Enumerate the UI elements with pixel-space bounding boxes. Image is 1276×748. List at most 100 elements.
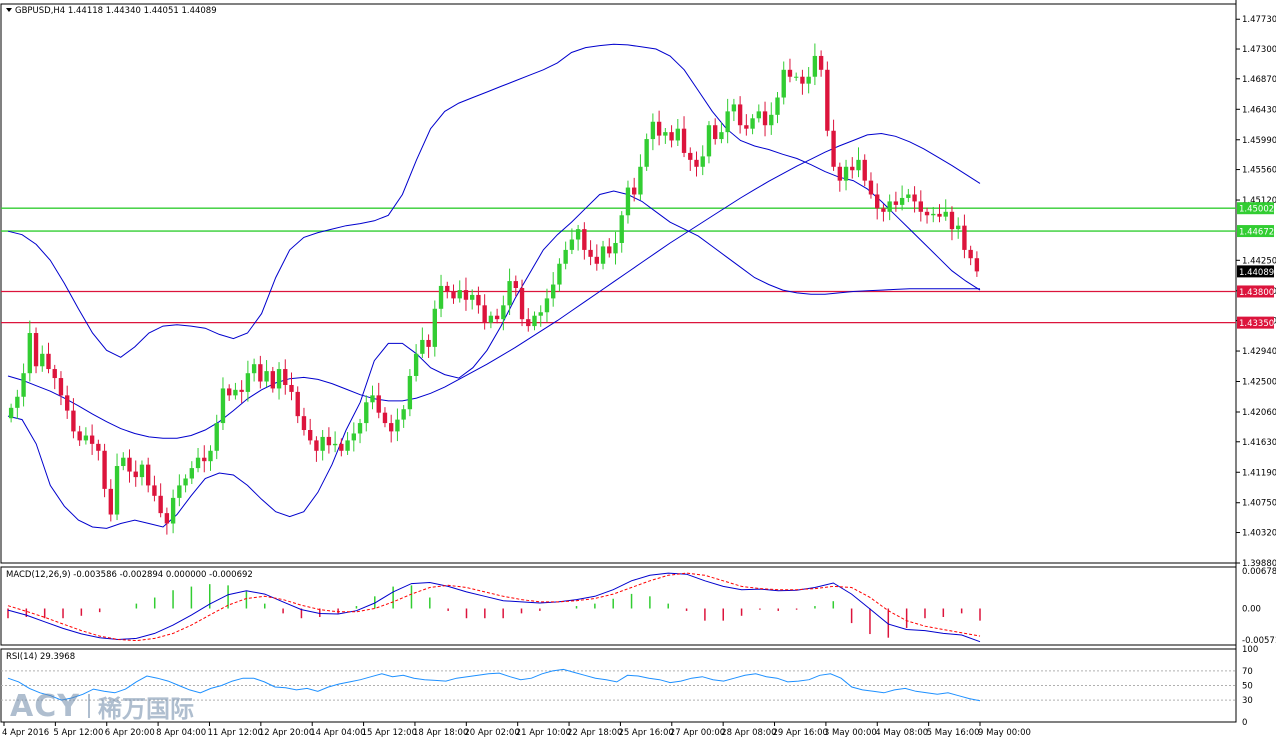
candle-body[interactable]	[295, 391, 300, 417]
candle-body[interactable]	[632, 187, 637, 195]
chart-svg[interactable]: 1.47730 1.47300 1.46870 1.46430 1.45990 1.455…	[0, 0, 1276, 744]
candle-body[interactable]	[775, 97, 780, 115]
candle-body[interactable]	[283, 369, 288, 385]
candle-body[interactable]	[700, 156, 705, 167]
candle-body[interactable]	[52, 369, 57, 379]
candle-body[interactable]	[806, 76, 811, 84]
candle-body[interactable]	[445, 285, 450, 292]
candle-body[interactable]	[719, 132, 724, 140]
candle-body[interactable]	[152, 485, 157, 496]
candle-body[interactable]	[202, 457, 207, 462]
candle-body[interactable]	[27, 333, 32, 374]
candle-body[interactable]	[96, 443, 101, 451]
candle-body[interactable]	[737, 104, 743, 126]
candle-body[interactable]	[420, 339, 425, 354]
candle-body[interactable]	[625, 187, 631, 216]
candle-body[interactable]	[488, 315, 494, 323]
candle-body[interactable]	[270, 371, 275, 389]
candle-body[interactable]	[239, 389, 244, 392]
candle-body[interactable]	[482, 305, 487, 323]
chart-window[interactable]: 1.47730 1.47300 1.46870 1.46430 1.45990 1.455…	[0, 0, 1276, 744]
candle-body[interactable]	[694, 159, 699, 167]
candle-body[interactable]	[551, 284, 556, 299]
candle-body[interactable]	[494, 315, 500, 320]
candle-body[interactable]	[675, 128, 680, 141]
candle-body[interactable]	[681, 128, 687, 153]
candle-body[interactable]	[762, 111, 768, 126]
candle-body[interactable]	[962, 225, 967, 250]
candle-body[interactable]	[451, 291, 456, 299]
candle-body[interactable]	[613, 242, 618, 254]
candle-body[interactable]	[956, 225, 961, 230]
candle-body[interactable]	[457, 290, 462, 299]
candle-body[interactable]	[214, 423, 219, 451]
candle-body[interactable]	[569, 239, 575, 250]
candle-body[interactable]	[164, 513, 170, 524]
candle-body[interactable]	[931, 213, 936, 216]
candle-body[interactable]	[177, 485, 182, 498]
candle-body[interactable]	[339, 443, 344, 451]
candle-body[interactable]	[794, 76, 799, 78]
candle-body[interactable]	[600, 246, 606, 264]
candle-body[interactable]	[968, 249, 973, 259]
candle-body[interactable]	[607, 246, 612, 254]
candle-body[interactable]	[906, 194, 911, 198]
candle-body[interactable]	[33, 333, 39, 367]
candle-body[interactable]	[395, 419, 400, 432]
candle-body[interactable]	[71, 410, 76, 432]
candle-body[interactable]	[868, 180, 874, 195]
candle-body[interactable]	[706, 125, 712, 157]
candle-body[interactable]	[899, 197, 905, 205]
candle-body[interactable]	[912, 194, 917, 202]
candle-body[interactable]	[77, 431, 82, 441]
candle-body[interactable]	[750, 118, 755, 129]
candle-body[interactable]	[949, 211, 955, 230]
candle-body[interactable]	[146, 464, 151, 486]
candle-body[interactable]	[40, 353, 45, 367]
candle-body[interactable]	[158, 495, 163, 514]
candle-body[interactable]	[744, 125, 749, 129]
candle-body[interactable]	[875, 194, 880, 209]
candle-body[interactable]	[557, 263, 562, 285]
candle-body[interactable]	[769, 114, 774, 126]
candle-body[interactable]	[438, 285, 444, 309]
candle-body[interactable]	[357, 423, 363, 434]
candle-body[interactable]	[470, 294, 475, 300]
candle-body[interactable]	[656, 121, 662, 136]
candle-body[interactable]	[756, 111, 761, 119]
candle-body[interactable]	[575, 229, 581, 240]
candle-body[interactable]	[800, 76, 805, 84]
candle-body[interactable]	[862, 159, 867, 181]
candle-body[interactable]	[501, 305, 506, 320]
candle-body[interactable]	[688, 152, 693, 160]
candle-body[interactable]	[15, 396, 20, 408]
candle-body[interactable]	[133, 471, 138, 478]
candle-body[interactable]	[139, 464, 145, 478]
candle-body[interactable]	[887, 201, 892, 212]
candle-body[interactable]	[183, 478, 188, 486]
candle-body[interactable]	[856, 159, 861, 171]
candle-body[interactable]	[619, 215, 624, 243]
candle-body[interactable]	[818, 55, 824, 70]
candle-body[interactable]	[837, 166, 842, 181]
candle-body[interactable]	[413, 353, 419, 376]
candle-body[interactable]	[220, 388, 226, 424]
candle-body[interactable]	[8, 407, 14, 419]
candle-body[interactable]	[831, 130, 836, 167]
candle-body[interactable]	[893, 201, 899, 205]
candle-body[interactable]	[245, 373, 251, 392]
candle-body[interactable]	[513, 281, 518, 289]
candle-body[interactable]	[289, 384, 294, 392]
candle-body[interactable]	[382, 412, 388, 424]
candle-body[interactable]	[227, 388, 232, 396]
candle-body[interactable]	[345, 440, 350, 451]
candle-body[interactable]	[532, 315, 537, 327]
candle-body[interactable]	[276, 369, 282, 389]
candle-body[interactable]	[463, 290, 469, 300]
candle-body[interactable]	[83, 435, 89, 441]
candle-body[interactable]	[401, 409, 406, 420]
candle-body[interactable]	[937, 213, 942, 217]
candle-body[interactable]	[258, 364, 263, 382]
candle-body[interactable]	[326, 436, 332, 446]
candle-body[interactable]	[544, 298, 550, 313]
